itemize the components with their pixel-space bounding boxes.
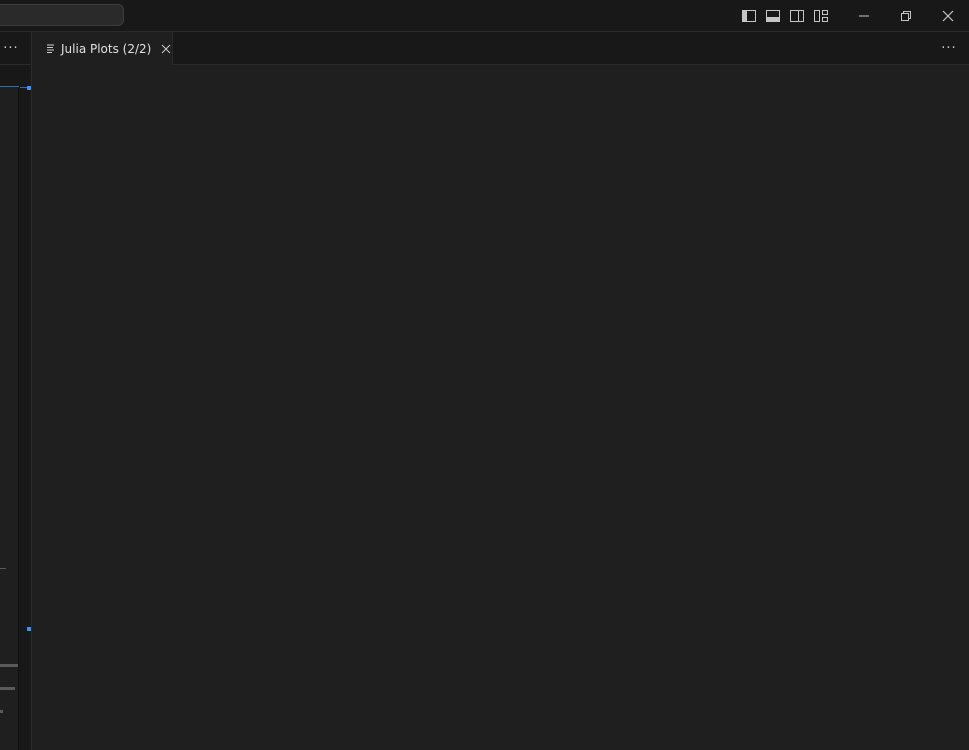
minimap-fragment bbox=[0, 710, 3, 713]
restore-icon bbox=[901, 11, 911, 21]
toggle-secondary-sidebar-button[interactable] bbox=[785, 0, 809, 32]
toggle-primary-sidebar-button[interactable] bbox=[737, 0, 761, 32]
left-group-more-actions-button[interactable]: ··· bbox=[2, 38, 20, 58]
toggle-panel-icon bbox=[766, 10, 780, 22]
left-selection-line bbox=[0, 86, 19, 87]
preview-icon bbox=[47, 44, 56, 53]
title-actions bbox=[737, 0, 969, 32]
minimize-icon bbox=[859, 15, 869, 17]
left-editor-group: ··· bbox=[0, 32, 32, 750]
minimap-fragment bbox=[0, 687, 15, 690]
tab-julia-plots[interactable]: Julia Plots (2/2) bbox=[32, 32, 173, 65]
minimap-fragment bbox=[0, 664, 18, 667]
toggle-primary-sidebar-icon bbox=[742, 10, 756, 22]
tab-close-button[interactable] bbox=[159, 42, 172, 56]
toggle-panel-button[interactable] bbox=[761, 0, 785, 32]
tab-label: Julia Plots (2/2) bbox=[61, 41, 152, 56]
restore-button[interactable] bbox=[885, 0, 927, 32]
title-bar bbox=[0, 0, 969, 32]
command-center-search[interactable] bbox=[0, 4, 124, 26]
resize-handle-bottom[interactable] bbox=[27, 627, 31, 631]
close-window-button[interactable] bbox=[927, 0, 969, 32]
editor-tab-bar: Julia Plots (2/2) ··· bbox=[32, 32, 969, 65]
customize-layout-button[interactable] bbox=[809, 0, 833, 32]
left-editor-strip[interactable] bbox=[0, 86, 19, 750]
close-icon bbox=[942, 10, 954, 22]
toggle-secondary-sidebar-icon bbox=[790, 10, 804, 22]
minimize-button[interactable] bbox=[843, 0, 885, 32]
minimap-fragment bbox=[0, 568, 6, 569]
editor-more-actions-button[interactable]: ··· bbox=[939, 38, 959, 58]
plot-pane[interactable] bbox=[32, 65, 969, 750]
resize-handle-top[interactable] bbox=[27, 86, 31, 90]
left-group-header-divider bbox=[0, 64, 32, 65]
customize-layout-icon bbox=[814, 10, 828, 22]
close-icon bbox=[161, 44, 171, 53]
